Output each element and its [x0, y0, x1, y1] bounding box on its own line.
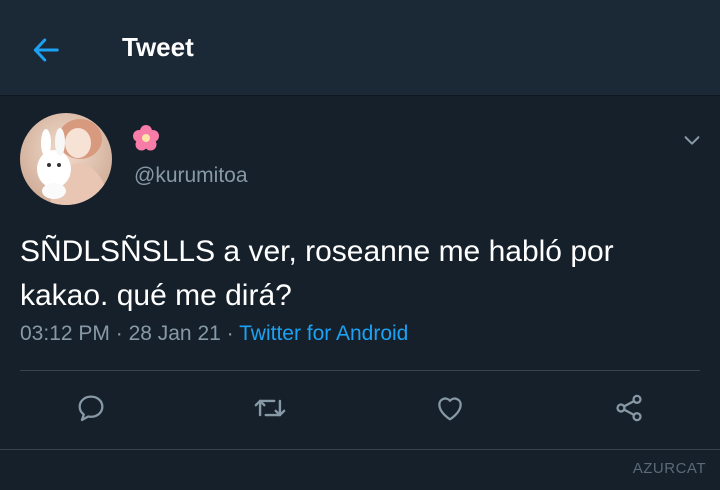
top-bar: Tweet	[0, 0, 720, 96]
reply-button[interactable]	[71, 388, 111, 428]
divider	[0, 449, 720, 450]
share-button[interactable]	[609, 388, 649, 428]
like-button[interactable]	[430, 388, 470, 428]
meta-separator: ·	[220, 322, 240, 345]
chevron-down-icon	[681, 129, 703, 151]
meta-separator: ·	[109, 322, 129, 345]
flower-emoji-icon	[132, 124, 160, 152]
watermark: AZURCAT	[632, 460, 706, 477]
tweet-text: SÑDLSÑSLLS a ver, roseanne me habló por …	[20, 230, 700, 318]
tweet-menu-button[interactable]	[678, 126, 706, 154]
back-button[interactable]	[26, 30, 66, 70]
tweet-source-link[interactable]: Twitter for Android	[239, 322, 408, 345]
tweet-time: 03:12 PM	[20, 322, 110, 345]
tweet-text-line: kakao. qué me dirá?	[20, 279, 292, 312]
avatar[interactable]	[20, 113, 112, 205]
divider	[20, 370, 700, 371]
reply-icon	[75, 392, 107, 424]
retweet-icon	[253, 391, 287, 425]
page-title: Tweet	[122, 32, 194, 62]
arrow-left-icon	[31, 35, 61, 65]
retweet-button[interactable]	[250, 388, 290, 428]
share-icon	[613, 392, 645, 424]
heart-icon	[434, 392, 466, 424]
tweet-date: 28 Jan 21	[128, 322, 221, 345]
tweet-text-line: SÑDLSÑSLLS a ver, roseanne me habló por	[20, 235, 614, 268]
user-handle[interactable]: @kurumitoa	[134, 164, 248, 188]
tweet-meta: 03:12 PM · 28 Jan 21 · Twitter for Andro…	[20, 322, 408, 346]
